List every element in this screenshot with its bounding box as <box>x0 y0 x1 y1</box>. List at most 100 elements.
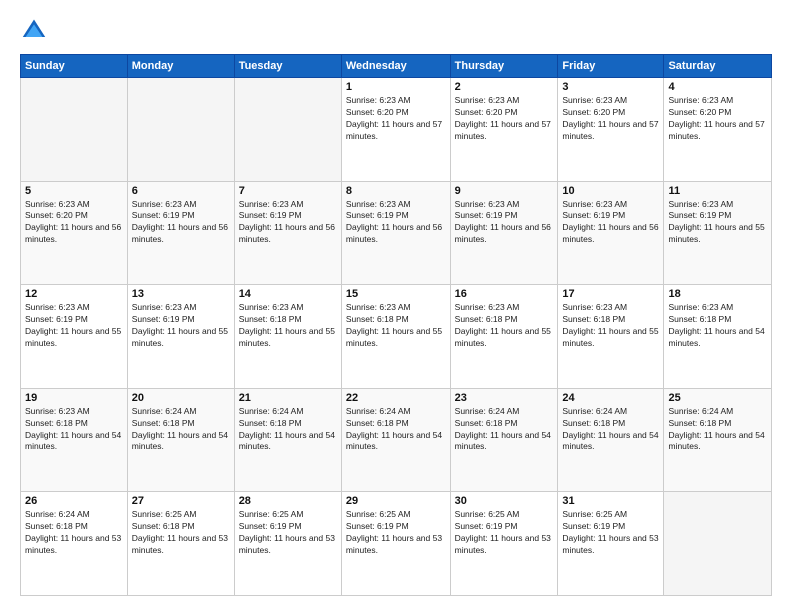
day-info: Sunrise: 6:25 AMSunset: 6:19 PMDaylight:… <box>346 509 446 557</box>
day-info: Sunrise: 6:25 AMSunset: 6:19 PMDaylight:… <box>239 509 337 557</box>
day-cell: 7 Sunrise: 6:23 AMSunset: 6:19 PMDaylight… <box>234 181 341 285</box>
day-info: Sunrise: 6:23 AMSunset: 6:18 PMDaylight:… <box>346 302 446 350</box>
day-number: 6 <box>132 185 230 197</box>
day-cell: 21Sunrise: 6:24 AMSunset: 6:18 PMDayligh… <box>234 388 341 492</box>
weekday-header-monday: Monday <box>127 55 234 78</box>
day-info: Sunrise: 6:24 AMSunset: 6:18 PMDaylight:… <box>346 406 446 454</box>
day-info: Sunrise: 6:23 AMSunset: 6:19 PMDaylight:… <box>132 199 230 247</box>
day-info: Sunrise: 6:24 AMSunset: 6:18 PMDaylight:… <box>132 406 230 454</box>
weekday-header-tuesday: Tuesday <box>234 55 341 78</box>
day-number: 19 <box>25 392 123 404</box>
week-row-1: 1 Sunrise: 6:23 AMSunset: 6:20 PMDaylight… <box>21 78 772 182</box>
day-info: Sunrise: 6:23 AMSunset: 6:19 PMDaylight:… <box>346 199 446 247</box>
day-number: 25 <box>668 392 767 404</box>
day-cell: 13 Sunrise: 6:23 AMSunset: 6:19 PMDayligh… <box>127 285 234 389</box>
day-number: 4 <box>668 81 767 93</box>
day-number: 26 <box>25 495 123 507</box>
day-info: Sunrise: 6:25 AMSunset: 6:19 PMDaylight:… <box>562 509 659 557</box>
day-info: Sunrise: 6:25 AMSunset: 6:19 PMDaylight:… <box>455 509 554 557</box>
day-cell <box>234 78 341 182</box>
day-cell: 24Sunrise: 6:24 AMSunset: 6:18 PMDayligh… <box>558 388 664 492</box>
day-cell: 11Sunrise: 6:23 AMSunset: 6:19 PMDayligh… <box>664 181 772 285</box>
logo <box>20 16 52 44</box>
day-cell: 15 Sunrise: 6:23 AMSunset: 6:18 PMDayligh… <box>341 285 450 389</box>
weekday-header-thursday: Thursday <box>450 55 558 78</box>
day-number: 15 <box>346 288 446 300</box>
logo-icon <box>20 16 48 44</box>
week-row-3: 12 Sunrise: 6:23 AMSunset: 6:19 PMDayligh… <box>21 285 772 389</box>
day-cell <box>21 78 128 182</box>
day-cell: 10Sunrise: 6:23 AMSunset: 6:19 PMDayligh… <box>558 181 664 285</box>
day-number: 5 <box>25 185 123 197</box>
day-info: Sunrise: 6:24 AMSunset: 6:18 PMDaylight:… <box>455 406 554 454</box>
day-info: Sunrise: 6:23 AMSunset: 6:18 PMDaylight:… <box>25 406 123 454</box>
day-number: 22 <box>346 392 446 404</box>
weekday-header-wednesday: Wednesday <box>341 55 450 78</box>
day-cell: 26 Sunrise: 6:24 AMSunset: 6:18 PMDayligh… <box>21 492 128 596</box>
day-info: Sunrise: 6:23 AMSunset: 6:20 PMDaylight:… <box>346 95 446 143</box>
day-cell: 28 Sunrise: 6:25 AMSunset: 6:19 PMDayligh… <box>234 492 341 596</box>
day-number: 23 <box>455 392 554 404</box>
weekday-header-sunday: Sunday <box>21 55 128 78</box>
day-number: 7 <box>239 185 337 197</box>
day-number: 17 <box>562 288 659 300</box>
day-number: 8 <box>346 185 446 197</box>
day-info: Sunrise: 6:23 AMSunset: 6:19 PMDaylight:… <box>239 199 337 247</box>
day-cell: 22 Sunrise: 6:24 AMSunset: 6:18 PMDayligh… <box>341 388 450 492</box>
day-number: 30 <box>455 495 554 507</box>
day-info: Sunrise: 6:23 AMSunset: 6:19 PMDaylight:… <box>562 199 659 247</box>
day-info: Sunrise: 6:25 AMSunset: 6:18 PMDaylight:… <box>132 509 230 557</box>
day-info: Sunrise: 6:23 AMSunset: 6:18 PMDaylight:… <box>668 302 767 350</box>
day-info: Sunrise: 6:24 AMSunset: 6:18 PMDaylight:… <box>668 406 767 454</box>
day-info: Sunrise: 6:23 AMSunset: 6:19 PMDaylight:… <box>668 199 767 247</box>
day-info: Sunrise: 6:23 AMSunset: 6:19 PMDaylight:… <box>25 302 123 350</box>
weekday-header-row: SundayMondayTuesdayWednesdayThursdayFrid… <box>21 55 772 78</box>
day-number: 27 <box>132 495 230 507</box>
day-number: 3 <box>562 81 659 93</box>
day-cell: 4Sunrise: 6:23 AMSunset: 6:20 PMDaylight… <box>664 78 772 182</box>
day-info: Sunrise: 6:23 AMSunset: 6:20 PMDaylight:… <box>25 199 123 247</box>
day-number: 31 <box>562 495 659 507</box>
day-info: Sunrise: 6:23 AMSunset: 6:19 PMDaylight:… <box>132 302 230 350</box>
weekday-header-saturday: Saturday <box>664 55 772 78</box>
day-info: Sunrise: 6:23 AMSunset: 6:18 PMDaylight:… <box>562 302 659 350</box>
day-number: 1 <box>346 81 446 93</box>
day-cell: 29 Sunrise: 6:25 AMSunset: 6:19 PMDayligh… <box>341 492 450 596</box>
day-cell: 3 Sunrise: 6:23 AMSunset: 6:20 PMDaylight… <box>558 78 664 182</box>
day-cell: 5 Sunrise: 6:23 AMSunset: 6:20 PMDaylight… <box>21 181 128 285</box>
day-number: 12 <box>25 288 123 300</box>
page: SundayMondayTuesdayWednesdayThursdayFrid… <box>0 0 792 612</box>
day-number: 9 <box>455 185 554 197</box>
day-cell: 27 Sunrise: 6:25 AMSunset: 6:18 PMDayligh… <box>127 492 234 596</box>
day-info: Sunrise: 6:23 AMSunset: 6:20 PMDaylight:… <box>455 95 554 143</box>
day-number: 29 <box>346 495 446 507</box>
week-row-4: 19 Sunrise: 6:23 AMSunset: 6:18 PMDayligh… <box>21 388 772 492</box>
day-info: Sunrise: 6:23 AMSunset: 6:19 PMDaylight:… <box>455 199 554 247</box>
day-cell: 12 Sunrise: 6:23 AMSunset: 6:19 PMDayligh… <box>21 285 128 389</box>
weekday-header-friday: Friday <box>558 55 664 78</box>
day-cell <box>127 78 234 182</box>
day-cell: 17 Sunrise: 6:23 AMSunset: 6:18 PMDayligh… <box>558 285 664 389</box>
day-info: Sunrise: 6:23 AMSunset: 6:18 PMDaylight:… <box>455 302 554 350</box>
day-cell <box>664 492 772 596</box>
day-cell: 9 Sunrise: 6:23 AMSunset: 6:19 PMDaylight… <box>450 181 558 285</box>
calendar-table: SundayMondayTuesdayWednesdayThursdayFrid… <box>20 54 772 596</box>
day-cell: 31 Sunrise: 6:25 AMSunset: 6:19 PMDayligh… <box>558 492 664 596</box>
day-cell: 19 Sunrise: 6:23 AMSunset: 6:18 PMDayligh… <box>21 388 128 492</box>
day-cell: 16Sunrise: 6:23 AMSunset: 6:18 PMDayligh… <box>450 285 558 389</box>
day-number: 20 <box>132 392 230 404</box>
day-cell: 30 Sunrise: 6:25 AMSunset: 6:19 PMDayligh… <box>450 492 558 596</box>
day-cell: 20 Sunrise: 6:24 AMSunset: 6:18 PMDayligh… <box>127 388 234 492</box>
day-cell: 1 Sunrise: 6:23 AMSunset: 6:20 PMDaylight… <box>341 78 450 182</box>
day-info: Sunrise: 6:24 AMSunset: 6:18 PMDaylight:… <box>562 406 659 454</box>
day-number: 14 <box>239 288 337 300</box>
week-row-2: 5 Sunrise: 6:23 AMSunset: 6:20 PMDaylight… <box>21 181 772 285</box>
day-cell: 25 Sunrise: 6:24 AMSunset: 6:18 PMDayligh… <box>664 388 772 492</box>
day-number: 28 <box>239 495 337 507</box>
day-info: Sunrise: 6:23 AMSunset: 6:20 PMDaylight:… <box>562 95 659 143</box>
day-info: Sunrise: 6:24 AMSunset: 6:18 PMDaylight:… <box>239 406 337 454</box>
day-info: Sunrise: 6:24 AMSunset: 6:18 PMDaylight:… <box>25 509 123 557</box>
day-number: 13 <box>132 288 230 300</box>
day-cell: 18Sunrise: 6:23 AMSunset: 6:18 PMDayligh… <box>664 285 772 389</box>
day-cell: 2Sunrise: 6:23 AMSunset: 6:20 PMDaylight… <box>450 78 558 182</box>
